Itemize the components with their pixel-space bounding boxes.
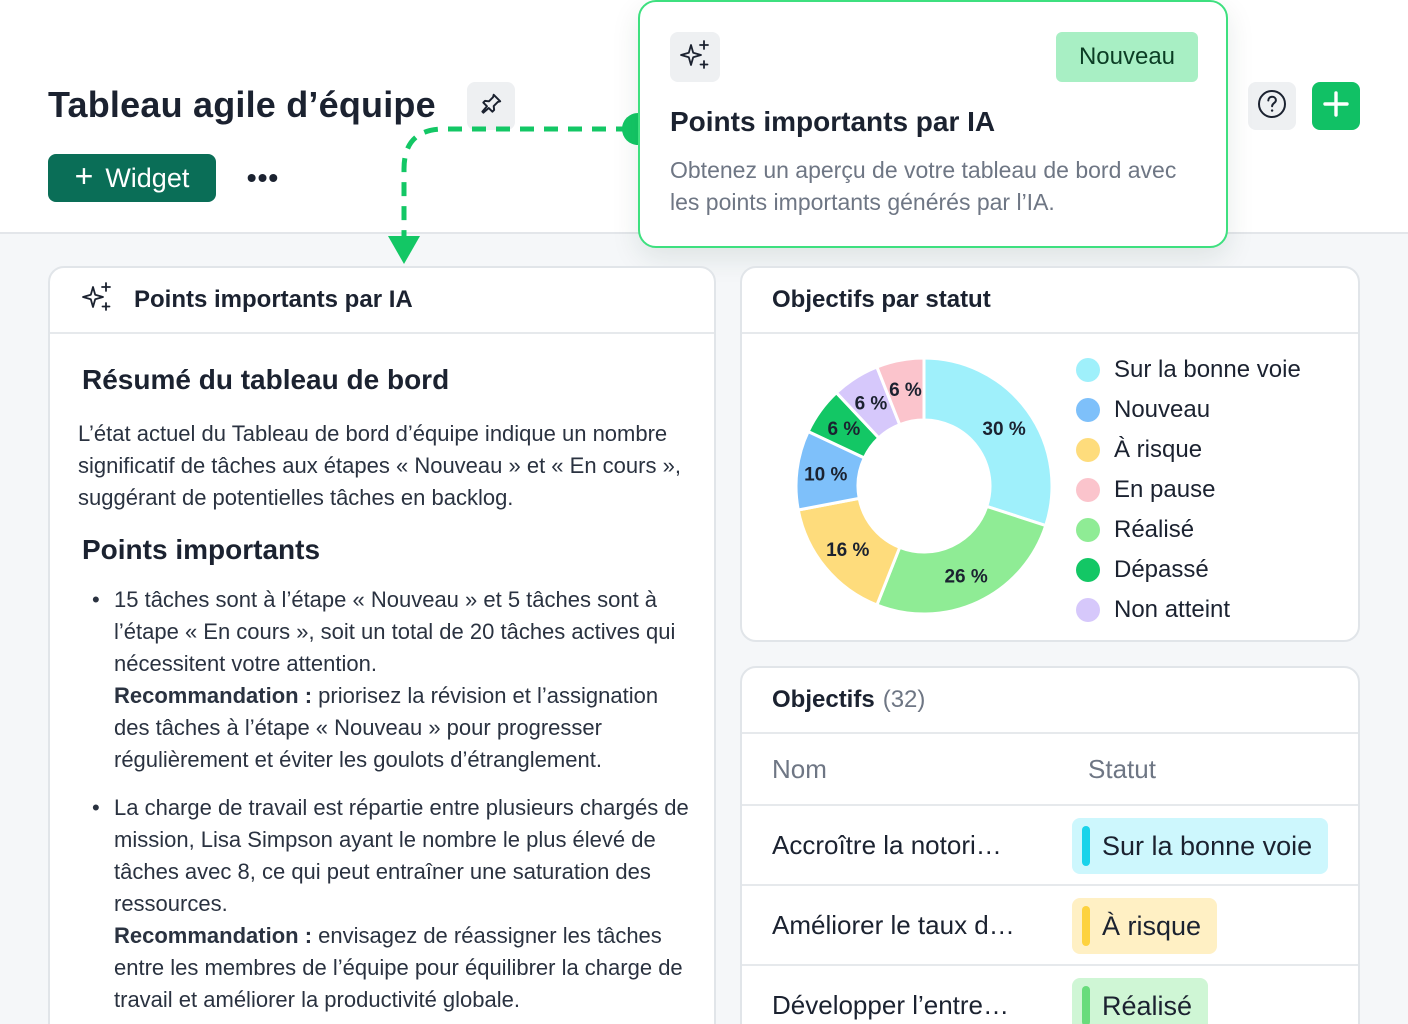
page-title: Tableau agile d’équipe xyxy=(48,84,436,125)
table-header: Nom Statut xyxy=(742,734,1358,806)
popup-title: Points importants par IA xyxy=(670,106,996,137)
legend-dot xyxy=(1076,518,1100,542)
objectives-count: (32) xyxy=(882,686,926,713)
point-text: 15 tâches sont à l’étape « Nouveau » et … xyxy=(114,587,676,676)
donut-slice[interactable] xyxy=(874,504,1048,616)
legend-dot xyxy=(1076,398,1100,422)
sparkle-icon xyxy=(678,38,712,77)
legend-dot xyxy=(1076,558,1100,582)
legend-label: Réalisé xyxy=(1114,516,1195,543)
status-badge[interactable]: À risque xyxy=(1072,898,1218,954)
slice-label: 10 % xyxy=(804,465,847,486)
points-heading: Points importants xyxy=(82,534,321,565)
ai-card-header: Points importants par IA xyxy=(50,268,714,334)
legend-item[interactable]: En pause xyxy=(1076,470,1301,510)
donut-chart: 30 %26 %16 %10 %6 %6 %6 % xyxy=(794,356,1054,616)
slice-label: 26 % xyxy=(944,567,987,588)
legend-dot xyxy=(1076,358,1100,382)
table-row[interactable]: Améliorer le taux d… À risque xyxy=(742,886,1358,966)
status-label: Réalisé xyxy=(1102,990,1193,1021)
summary-heading: Résumé du tableau de bord xyxy=(82,364,450,395)
add-widget-label: Widget xyxy=(105,162,190,193)
chart-legend: Sur la bonne voie Nouveau À risque En pause… xyxy=(1076,350,1301,630)
legend-label: Dépassé xyxy=(1114,556,1209,583)
status-badge[interactable]: Réalisé xyxy=(1072,978,1209,1024)
recommendation-label: Recommandation : xyxy=(114,923,313,948)
donut-slice[interactable] xyxy=(922,356,1054,528)
legend-label: Nouveau xyxy=(1114,396,1211,423)
new-badge: Nouveau xyxy=(1056,32,1198,82)
slice-label: 6 % xyxy=(828,419,861,440)
point-text: La charge de travail est répartie entre … xyxy=(114,795,689,916)
slice-label: 6 % xyxy=(855,393,888,414)
objectives-status-card: Objectifs par statut 30 % 26 % 16 % 10 % 6 %… xyxy=(740,266,1360,642)
status-color-bar xyxy=(1082,986,1090,1024)
objective-name[interactable]: Améliorer le taux d… xyxy=(772,910,1052,941)
slice-label: 30 % xyxy=(982,419,1025,440)
legend-item[interactable]: Nouveau xyxy=(1076,390,1301,430)
objectives-card: Objectifs (32) Nom Statut Accroître la n… xyxy=(740,666,1360,1024)
recommendation-label: Recommandation : xyxy=(114,683,313,708)
legend-item[interactable]: À risque xyxy=(1076,430,1301,470)
column-name[interactable]: Nom xyxy=(772,754,827,785)
list-item: 15 tâches sont à l’étape « Nouveau » et … xyxy=(92,584,694,776)
table-row[interactable]: Accroître la notori… Sur la bonne voie xyxy=(742,806,1358,886)
points-list: 15 tâches sont à l’étape « Nouveau » et … xyxy=(78,584,689,1016)
ai-card-title: Points importants par IA xyxy=(134,286,413,313)
list-item: La charge de travail est répartie entre … xyxy=(92,792,694,1016)
plus-icon: + xyxy=(74,158,94,194)
legend-item[interactable]: Dépassé xyxy=(1076,550,1301,590)
plus-icon xyxy=(1322,85,1350,127)
column-status[interactable]: Statut xyxy=(1088,754,1156,785)
help-button[interactable] xyxy=(1248,82,1296,130)
sparkle-icon xyxy=(80,280,114,321)
ai-sparkle-box xyxy=(670,32,720,82)
help-icon xyxy=(1256,88,1288,125)
pin-icon xyxy=(478,91,504,122)
legend-dot xyxy=(1076,478,1100,502)
popup-description: Obtenez un aperçu de votre tableau de bo… xyxy=(670,157,1177,215)
summary-text: L’état actuel du Tableau de bord d’équip… xyxy=(78,421,681,510)
legend-dot xyxy=(1076,598,1100,622)
chart-card-title: Objectifs par statut xyxy=(772,286,991,313)
chart-card-header: Objectifs par statut xyxy=(742,268,1358,334)
legend-item[interactable]: Sur la bonne voie xyxy=(1076,350,1301,390)
legend-dot xyxy=(1076,438,1100,462)
legend-item[interactable]: Non atteint xyxy=(1076,590,1301,630)
objectives-header: Objectifs (32) xyxy=(742,668,1358,734)
more-options-button[interactable]: ••• xyxy=(240,160,286,196)
legend-label: À risque xyxy=(1114,436,1203,463)
status-label: Sur la bonne voie xyxy=(1102,830,1313,861)
legend-label: Non atteint xyxy=(1114,596,1231,623)
ai-feature-popup[interactable]: Nouveau Points importants par IA Obtenez… xyxy=(638,0,1228,248)
objectives-title: Objectifs xyxy=(772,686,875,713)
legend-label: Sur la bonne voie xyxy=(1114,356,1301,383)
add-button[interactable] xyxy=(1312,82,1360,130)
more-icon: ••• xyxy=(246,162,280,193)
status-badge[interactable]: Sur la bonne voie xyxy=(1072,818,1329,874)
status-color-bar xyxy=(1082,906,1090,946)
status-color-bar xyxy=(1082,826,1090,866)
legend-item[interactable]: Réalisé xyxy=(1076,510,1301,550)
status-label: À risque xyxy=(1102,910,1202,941)
objective-name[interactable]: Développer l’entre… xyxy=(772,990,1052,1021)
slice-label: 6 % xyxy=(889,380,922,401)
legend-label: En pause xyxy=(1114,476,1216,503)
pin-button[interactable] xyxy=(467,82,515,130)
ai-insights-card: Points importants par IA Résumé du table… xyxy=(48,266,716,1024)
slice-label: 16 % xyxy=(826,540,869,561)
table-row[interactable]: Développer l’entre… Réalisé xyxy=(742,966,1358,1024)
add-widget-button[interactable]: + Widget xyxy=(48,154,216,202)
objective-name[interactable]: Accroître la notori… xyxy=(772,830,1052,861)
